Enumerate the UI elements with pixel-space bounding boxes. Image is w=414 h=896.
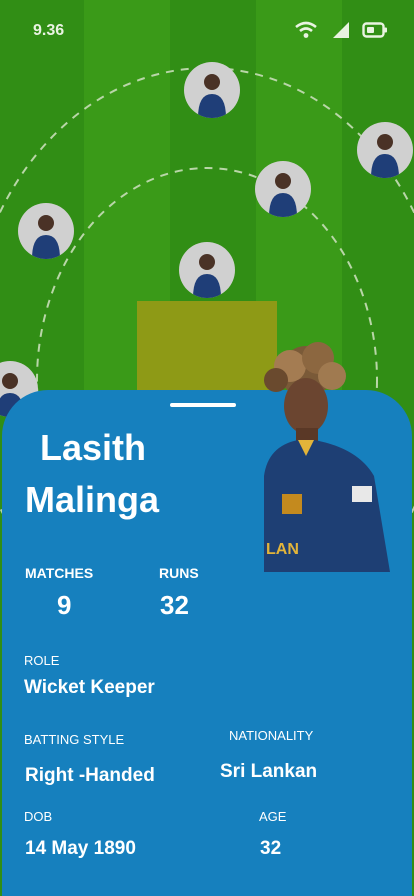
runs-label: RUNS [159,565,199,581]
nationality-label: NATIONALITY [229,728,314,743]
age-label: AGE [259,809,287,824]
runs-value: 32 [160,590,189,620]
battery-icon [362,22,387,38]
svg-text:LAN: LAN [266,541,299,558]
role-value: Wicket Keeper [24,677,155,698]
fielder-avatar[interactable] [357,122,413,178]
player-photo: LAN [264,342,390,572]
matches-label: MATCHES [25,565,94,581]
drag-handle[interactable] [170,403,236,407]
fielder-avatar[interactable] [18,203,74,259]
player-last-name: Malinga [25,479,160,520]
matches-value: 9 [57,590,72,620]
fielder-avatar[interactable] [255,161,311,217]
pitch [137,301,277,401]
status-bar: 9.36 [0,0,414,62]
batting-style-label: BATTING STYLE [24,732,125,747]
signal-icon [333,22,349,38]
nationality-value: Sri Lankan [220,761,318,782]
age-value: 32 [260,838,282,859]
role-label: ROLE [24,653,60,668]
fielder-avatar[interactable] [184,62,240,118]
status-time: 9.36 [33,22,65,39]
dob-label: DOB [24,809,53,824]
batting-style-value: Right -Handed [25,765,155,786]
player-first-name: Lasith [40,427,147,468]
dob-value: 14 May 1890 [25,838,136,859]
fielder-avatar[interactable] [179,242,235,298]
wifi-icon [295,21,317,38]
